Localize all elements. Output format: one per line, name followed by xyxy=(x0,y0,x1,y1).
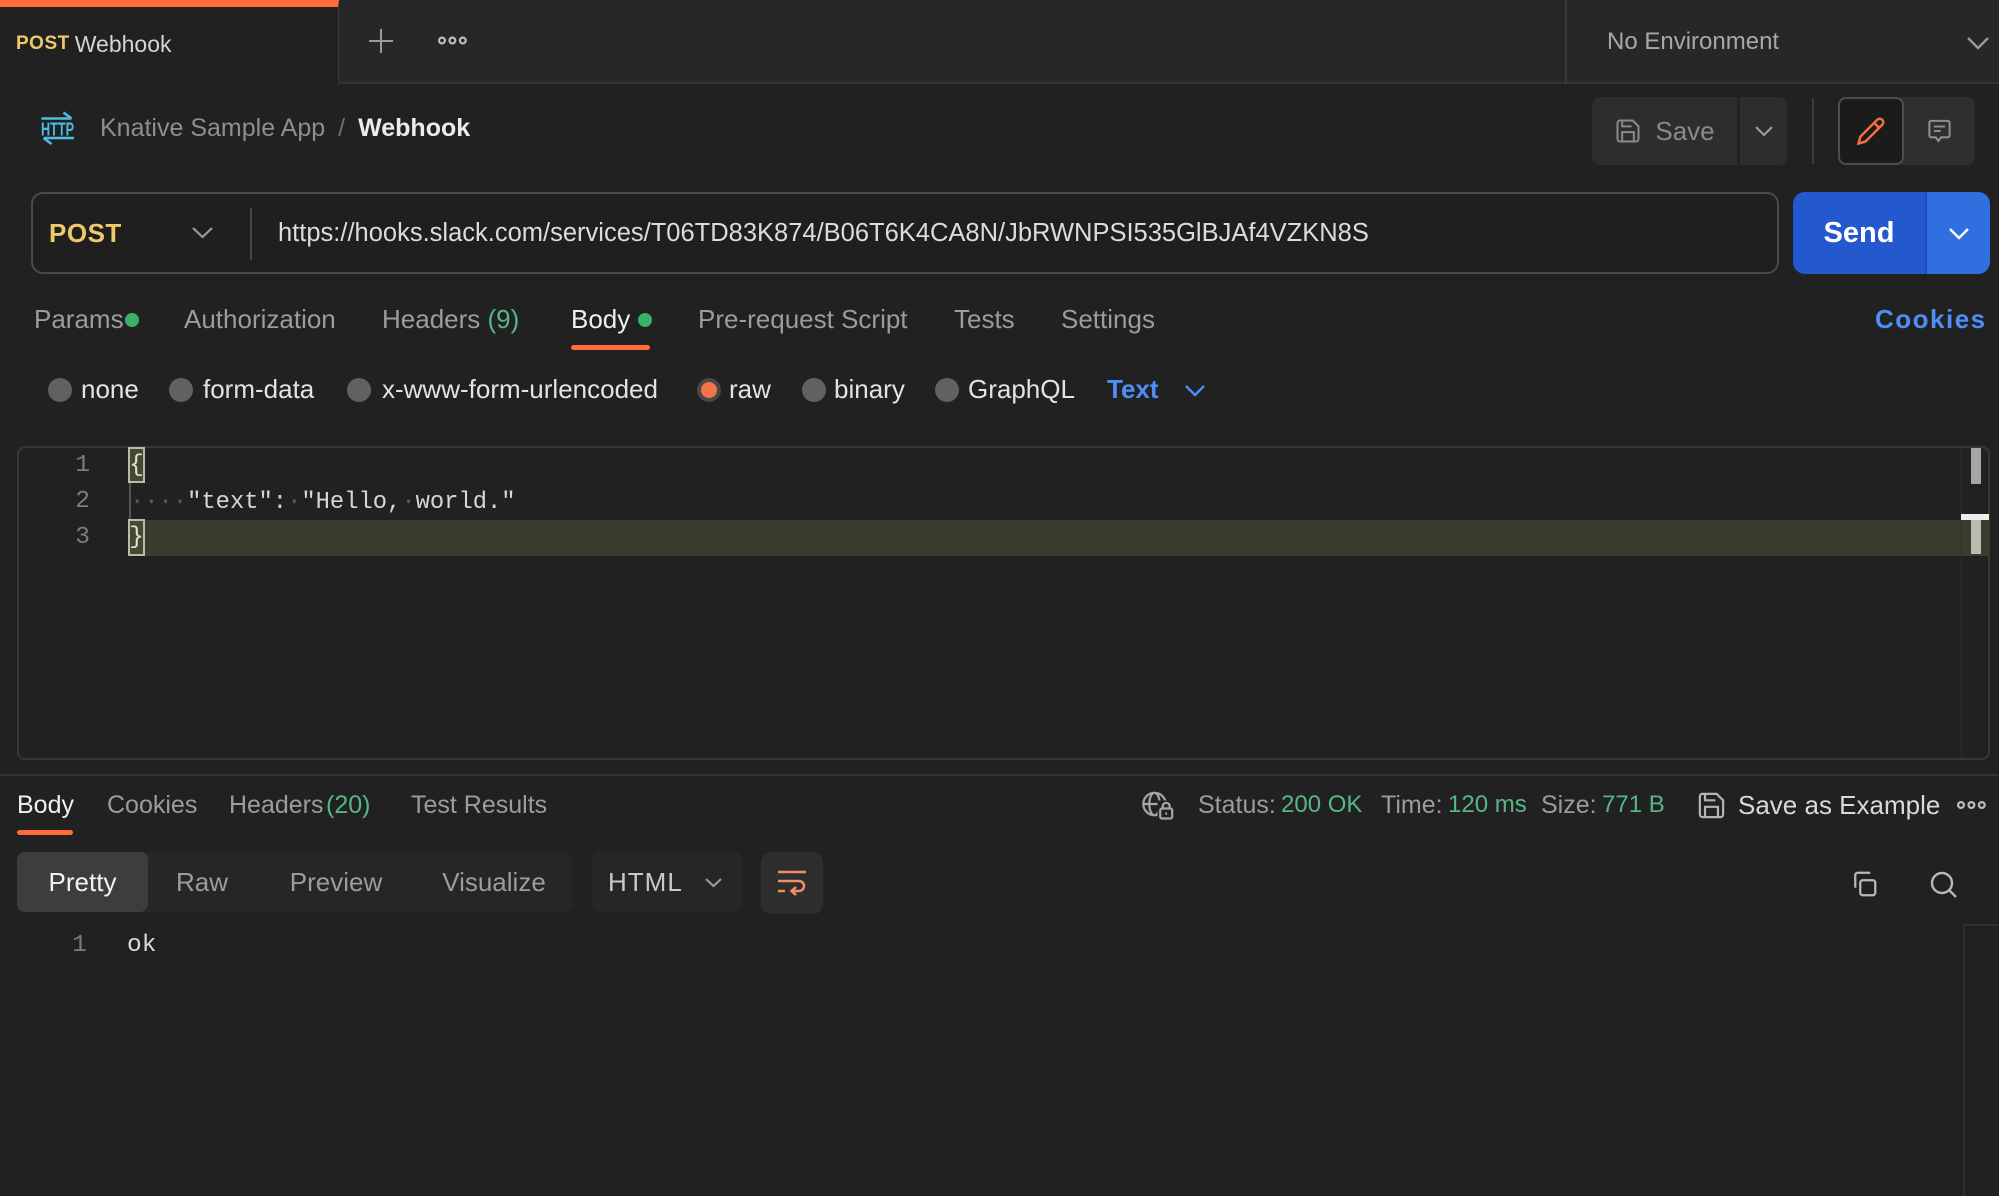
svg-text:HTTP: HTTP xyxy=(41,120,74,140)
